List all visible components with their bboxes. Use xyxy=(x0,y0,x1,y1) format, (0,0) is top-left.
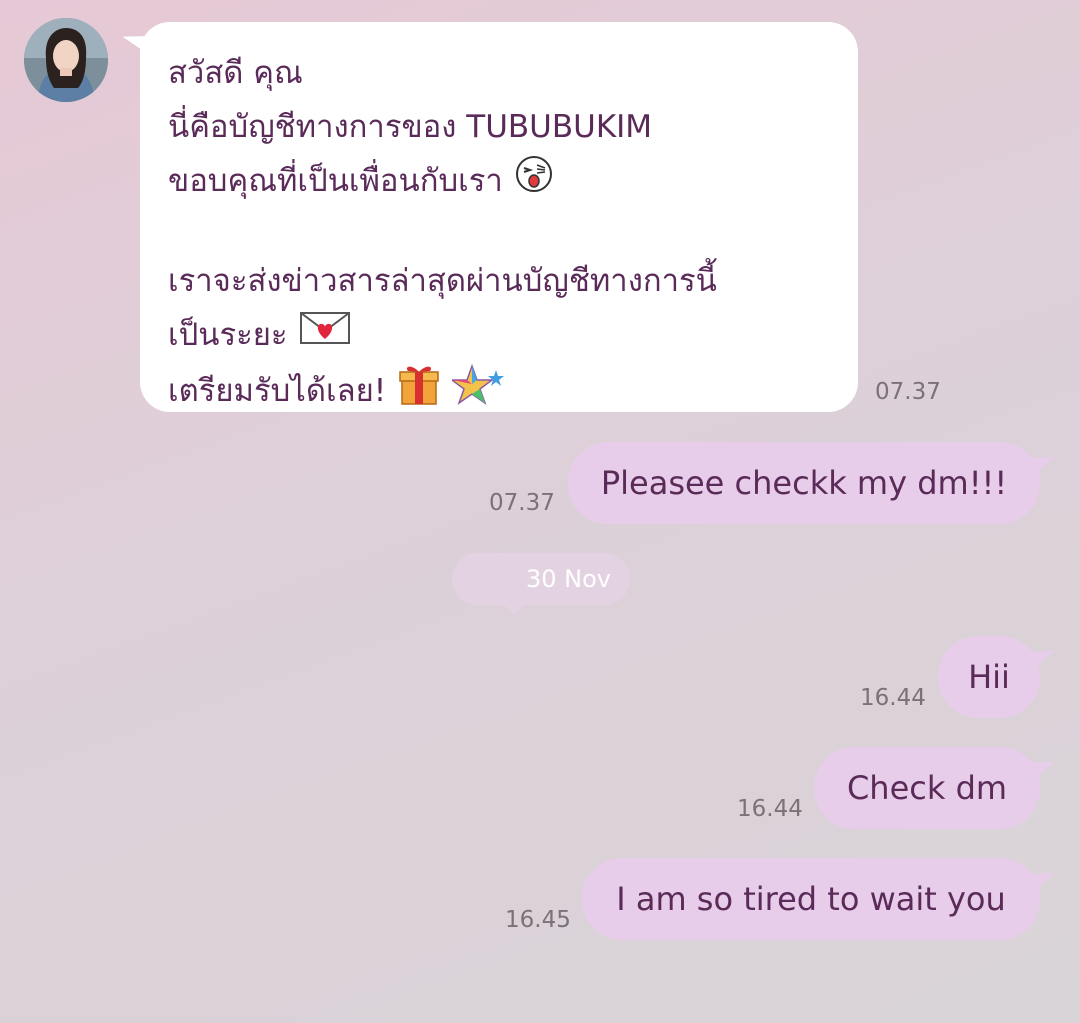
gift-emoji xyxy=(398,362,440,423)
outgoing-message-bubble[interactable]: Check dm xyxy=(814,747,1040,829)
message-text: Check dm xyxy=(846,769,1008,807)
sender-avatar[interactable] xyxy=(24,18,108,102)
love-letter-emoji xyxy=(299,309,351,364)
outgoing-message-bubble[interactable]: Pleasee checkk my dm!!! xyxy=(568,442,1040,524)
message-line: เป็นระยะ xyxy=(168,308,832,362)
message-line: เตรียมรับได้เลย! xyxy=(168,362,832,416)
message-timestamp: 16.45 xyxy=(505,907,571,933)
avatar-photo xyxy=(24,18,108,102)
message-timestamp: 07.37 xyxy=(489,490,555,516)
date-separator: 30 Nov xyxy=(452,553,630,615)
message-timestamp: 16.44 xyxy=(737,796,803,822)
message-line: นี่คือบัญชีทางการของ TUBUBUKIM xyxy=(168,109,653,145)
message-line: ขอบคุณที่เป็นเพื่อนกับเรา xyxy=(168,154,832,208)
message-timestamp: 07.37 xyxy=(875,379,941,405)
wink-face-emoji xyxy=(515,155,553,210)
blurred-name xyxy=(302,58,443,91)
chat-thread: สวัสดี คุณ นี่คือบัญชีทางการของ TUBUBUKI… xyxy=(0,0,1080,1023)
stars-emoji xyxy=(449,362,506,423)
message-line: สวัสดี คุณ xyxy=(168,46,832,100)
message-line: เราจะส่งข่าวสารล่าสุดผ่านบัญชีทางการนี้ xyxy=(168,263,717,299)
incoming-message-bubble[interactable]: สวัสดี คุณ นี่คือบัญชีทางการของ TUBUBUKI… xyxy=(140,22,858,412)
outgoing-message-bubble[interactable]: I am so tired to wait you xyxy=(582,858,1040,940)
message-text: Pleasee checkk my dm!!! xyxy=(600,464,1008,502)
message-text: Hii xyxy=(968,658,1010,696)
date-label: 30 Nov xyxy=(526,565,612,593)
message-timestamp: 16.44 xyxy=(860,685,926,711)
outgoing-message-bubble[interactable]: Hii xyxy=(938,636,1040,718)
message-text: I am so tired to wait you xyxy=(616,880,1006,918)
